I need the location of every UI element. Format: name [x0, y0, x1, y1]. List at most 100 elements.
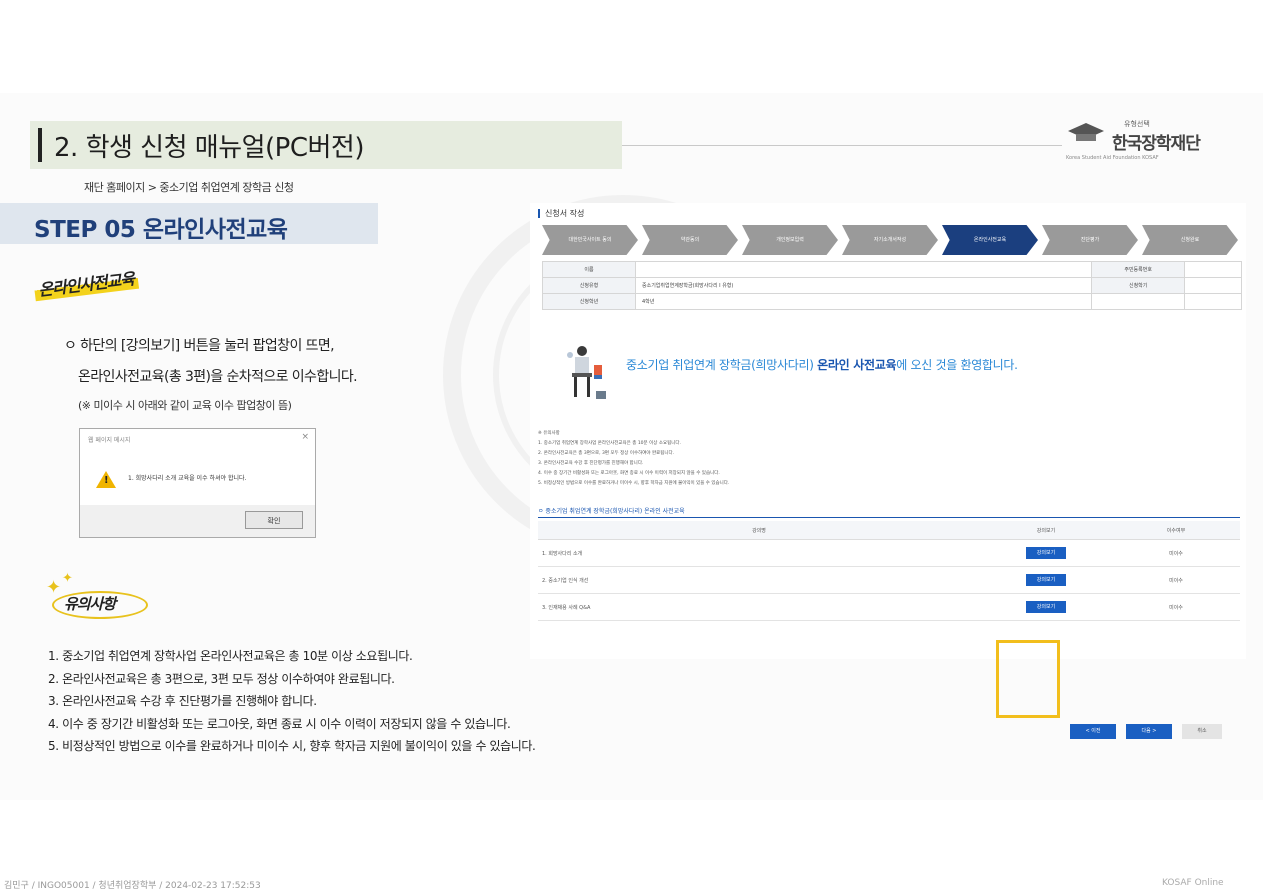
table-row: 2. 중소기업 인식 개선 강의보기 미이수 [538, 566, 1240, 594]
course-status: 미이수 [1112, 539, 1240, 567]
logo-name: 한국장학재단 [1112, 134, 1201, 154]
watch-lecture-button[interactable]: 강의보기 [1026, 601, 1066, 613]
table-cell: 신청유형 [542, 277, 636, 294]
welcome-message: 중소기업 취업연계 장학금(희망사다리) 온라인 사전교육에 오신 것을 환영합… [626, 356, 1018, 373]
dialog-ok-button[interactable]: 확인 [245, 511, 303, 529]
graduation-cap-icon [1068, 123, 1104, 141]
table-cell [634, 261, 1093, 278]
dialog-message: 1. 희망사다리 소개 교육을 이수 하셔야 합니다. [128, 475, 247, 482]
table-row: 1. 희망사다리 소개 강의보기 미이수 [538, 539, 1240, 567]
step-title: STEP 05 온라인사전교육 [34, 217, 288, 243]
precautions-list: 1. 중소기업 취업연계 장학사업 온라인사전교육은 총 10분 이상 소요됩니… [48, 645, 536, 758]
table-row: 신청유형 중소기업취업연계장학금(희망사다리 I 유형) 신청학기 [542, 277, 1242, 294]
instruction-note: (※ 미이수 시 아래와 같이 교육 이수 팝업창이 뜸) [78, 399, 292, 412]
welcome-tail: 에 오신 것을 환영합니다. [896, 358, 1018, 372]
application-form-screenshot: 신청서 작성 대한민국사이트 동의 약관동의 개인정보입력 자기소개서작성 온라… [530, 203, 1246, 739]
table-cell [1184, 261, 1242, 278]
list-item: 5. 비정상적인 방법으로 이수를 완료하거나 미이수 시, 향후 학자금 지원… [538, 481, 730, 486]
footer-brand: KOSAF Online [1162, 878, 1224, 888]
table-cell: 중소기업취업연계장학금(희망사다리 I 유형) [634, 277, 1093, 294]
table-cell [1091, 293, 1186, 310]
applicant-info-table: 이름 주민등록번호 신청유형 중소기업취업연계장학금(희망사다리 I 유형) 신… [542, 261, 1242, 310]
dialog-close-icon[interactable]: × [301, 432, 309, 442]
title-accent-bar [38, 128, 42, 162]
step-bar: STEP 05 온라인사전교육 [0, 203, 378, 244]
instruction-line-1: ㅇ 하단의 [강의보기] 버튼을 눌러 팝업창이 뜨면, [64, 338, 335, 354]
dialog-footer: 확인 [80, 505, 315, 537]
table-header-row: 강의명 강의보기 이수여부 [538, 521, 1240, 540]
step-item: 약관동의 [642, 225, 738, 255]
course-name: 2. 중소기업 인식 개선 [538, 566, 980, 594]
table-cell [1184, 293, 1242, 310]
form-notes: ※ 유의사항 1. 중소기업 취업연계 장학사업 온라인사전교육은 총 10분 … [538, 429, 729, 489]
star-icon: ✦ [46, 577, 62, 598]
table-row: 신청학년 4학년 [542, 293, 1242, 310]
step-item: 진단평가 [1042, 225, 1138, 255]
table-cell: 이름 [542, 261, 636, 278]
footer-watermark: 김민구 / INGO05001 / 청년취업장학부 / 2024-02-23 1… [4, 881, 261, 891]
table-cell: 강의보기 [980, 539, 1112, 567]
step-item: 개인정보입력 [742, 225, 838, 255]
progress-steps: 대한민국사이트 동의 약관동의 개인정보입력 자기소개서작성 온라인사전교육 진… [542, 225, 1242, 255]
star-icon: ✦ [62, 571, 73, 586]
kosaf-logo: 유형선택 한국장학재단 Korea Student Aid Foundation… [1066, 111, 1236, 167]
warning-icon: ! [96, 471, 116, 488]
course-name: 1. 희망사다리 소개 [538, 539, 980, 567]
logo-sub: Korea Student Aid Foundation KOSAF [1066, 155, 1159, 161]
watch-lecture-button[interactable]: 강의보기 [1026, 574, 1066, 586]
list-item: 2. 온라인사전교육은 총 3편으로, 3편 모두 정상 이수하여야 완료됩니다… [538, 451, 675, 456]
slide: 2. 학생 신청 매뉴얼(PC버전) 유형선택 한국장학재단 Korea Stu… [0, 93, 1263, 800]
instruction-line-2: 온라인사전교육(총 3편)을 순차적으로 이수합니다. [78, 369, 358, 385]
caution-badge-text: 유의사항 [64, 595, 116, 613]
list-item: ※ 유의사항 [538, 431, 560, 436]
table-cell: 강의보기 [980, 593, 1112, 621]
page-title: 2. 학생 신청 매뉴얼(PC버전) [54, 133, 365, 163]
table-cell: 강의보기 [980, 566, 1112, 594]
cancel-button[interactable]: 취소 [1182, 724, 1222, 739]
list-item: 1. 중소기업 취업연계 장학사업 온라인사전교육은 총 10분 이상 소요됩니… [538, 441, 681, 446]
form-title: 신청서 작성 [538, 208, 584, 219]
student-illustration-icon [567, 346, 606, 399]
course-name: 3. 인재채용 사례 Q&A [538, 593, 980, 621]
list-item: 5. 비정상적인 방법으로 이수를 완료하거나 미이수 시, 향후 학자금 지원… [48, 739, 536, 753]
next-button[interactable]: 다음 > [1126, 724, 1172, 739]
logo-small-text: 유형선택 [1124, 120, 1150, 128]
table-cell: 신청학년 [542, 293, 636, 310]
table-cell [1184, 277, 1242, 294]
course-status: 미이수 [1112, 593, 1240, 621]
column-header: 이수여부 [1112, 521, 1240, 540]
step-item-active: 온라인사전교육 [942, 225, 1038, 255]
table-cell: 4학년 [634, 293, 1093, 310]
table-cell: 주민등록번호 [1091, 261, 1186, 278]
lecture-buttons-highlight [996, 640, 1060, 718]
step-item: 대한민국사이트 동의 [542, 225, 638, 255]
course-status: 미이수 [1112, 566, 1240, 594]
table-row: 3. 인재채용 사례 Q&A 강의보기 미이수 [538, 593, 1240, 621]
list-item: 1. 중소기업 취업연계 장학사업 온라인사전교육은 총 10분 이상 소요됩니… [48, 649, 413, 663]
list-item: 4. 이수 중 장기간 비활성화 또는 로그아웃, 화면 종료 시 이수 이력이… [538, 471, 720, 476]
list-item: 2. 온라인사전교육은 총 3편으로, 3편 모두 정상 이수하여야 완료됩니다… [48, 671, 395, 686]
breadcrumb: 재단 홈페이지 > 중소기업 취업연계 장학금 신청 [84, 181, 294, 194]
warning-dialog: 웹 페이지 메시지 × ! 1. 희망사다리 소개 교육을 이수 하셔야 합니다… [79, 428, 316, 538]
online-education-badge: 온라인사전교육 [32, 264, 140, 302]
section-divider [538, 517, 1240, 518]
title-divider [622, 145, 1062, 146]
course-table: 강의명 강의보기 이수여부 1. 희망사다리 소개 강의보기 미이수 2. 중소… [538, 521, 1240, 621]
welcome-text: 중소기업 취업연계 장학금(희망사다리) [626, 358, 818, 372]
watch-lecture-button[interactable]: 강의보기 [1026, 547, 1066, 559]
list-item: 3. 온라인사전교육 수강 후 진단평가를 진행해야 합니다. [48, 694, 317, 708]
title-bar: 2. 학생 신청 매뉴얼(PC버전) [30, 121, 622, 169]
column-header: 강의보기 [980, 521, 1112, 540]
table-row: 이름 주민등록번호 [542, 261, 1242, 278]
table-cell: 신청학기 [1091, 277, 1186, 294]
list-item: 3. 온라인사전교육 수강 후 진단평가를 진행해야 합니다. [538, 461, 644, 466]
caution-badge: ✦ ✦ 유의사항 [46, 571, 150, 621]
column-header: 강의명 [538, 521, 980, 540]
prev-button[interactable]: < 이전 [1070, 724, 1116, 739]
step-item: 자기소개서작성 [842, 225, 938, 255]
step-item: 신청완료 [1142, 225, 1238, 255]
course-section-title: ㅇ 중소기업 취업연계 장학금(희망사다리) 온라인 사전교육 [538, 508, 685, 515]
list-item: 4. 이수 중 장기간 비활성화 또는 로그아웃, 화면 종료 시 이수 이력이… [48, 716, 511, 731]
welcome-bold: 온라인 사전교육 [817, 358, 897, 372]
dialog-title: 웹 페이지 메시지 [88, 437, 131, 444]
